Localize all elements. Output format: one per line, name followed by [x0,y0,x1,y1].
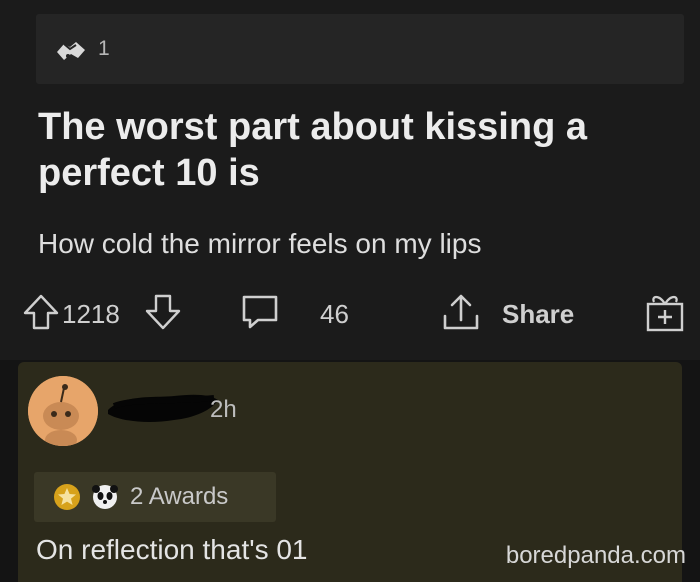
comment-bubble-icon [240,293,280,336]
upvote-button[interactable] [22,286,60,342]
avatar[interactable] [28,376,98,446]
comment-time: 2h [210,396,237,423]
share-icon [440,292,482,337]
vote-count: 1218 [62,298,120,329]
panda-award-icon [90,482,120,512]
comments-button[interactable]: 46 [240,286,349,342]
post-card: 1 The worst part about kissing a perfect… [0,0,700,360]
upvote-arrow-icon[interactable] [22,292,60,337]
gift-icon [642,290,688,339]
comment-text: On reflection that's 01 [36,534,308,565]
award-count: 1 [98,37,110,60]
star-award-icon [52,482,82,512]
post-awards-bar[interactable]: 1 [36,14,684,84]
post-title[interactable]: The worst part about kissing a perfect 1… [38,104,678,196]
gift-award-button[interactable] [642,286,688,342]
post-actions: 1218 46 Share [0,286,700,342]
share-label: Share [502,298,575,329]
redacted-username [104,388,224,428]
post-body: How cold the mirror feels on my lips [38,228,482,259]
downvote-arrow-icon[interactable] [144,292,182,337]
share-button[interactable]: Share [440,286,574,342]
downvote-button[interactable] [144,286,182,342]
comment-awards[interactable]: 2 Awards [34,472,276,522]
handshake-award-icon [54,34,88,64]
watermark: boredpanda.com [505,542,686,569]
awards-label: 2 Awards [130,483,229,510]
comment-count: 46 [320,298,349,329]
